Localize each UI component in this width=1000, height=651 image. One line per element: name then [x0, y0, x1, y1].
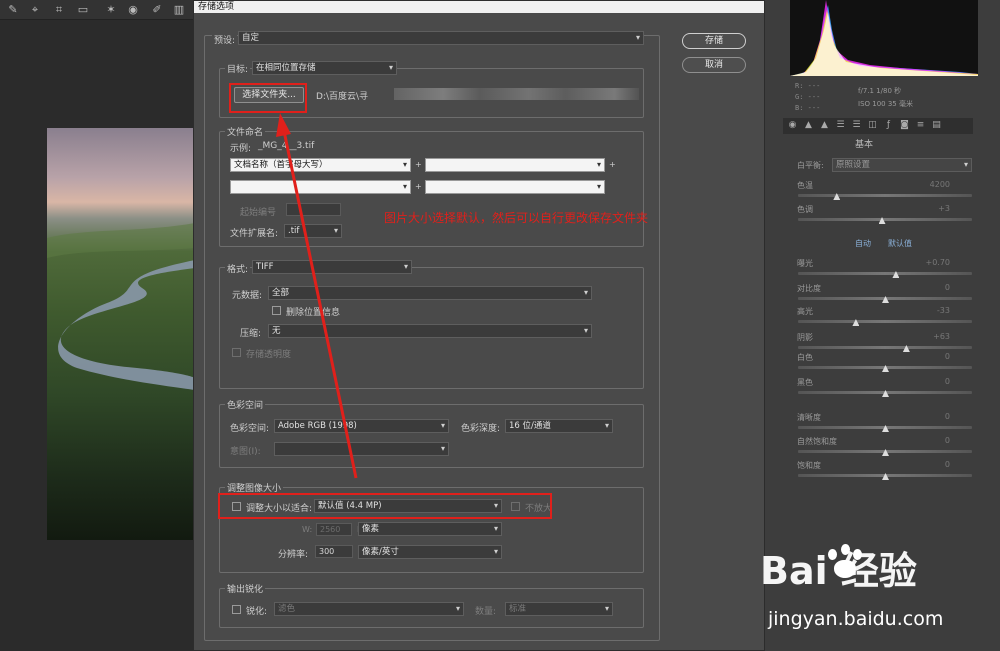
baidu-jingyan-logo: Bai 经验 — [760, 549, 917, 593]
watermark-url: jingyan.baidu.com — [768, 608, 944, 630]
annotation-text: 图片大小选择默认，然后可以自行更改保存文件夹 — [384, 211, 649, 225]
app-window: ✎ ⌖ ⌗ ▭ ✶ ◉ ✐ ▥ R: --- G: --- B: --- f/7… — [0, 0, 1000, 651]
